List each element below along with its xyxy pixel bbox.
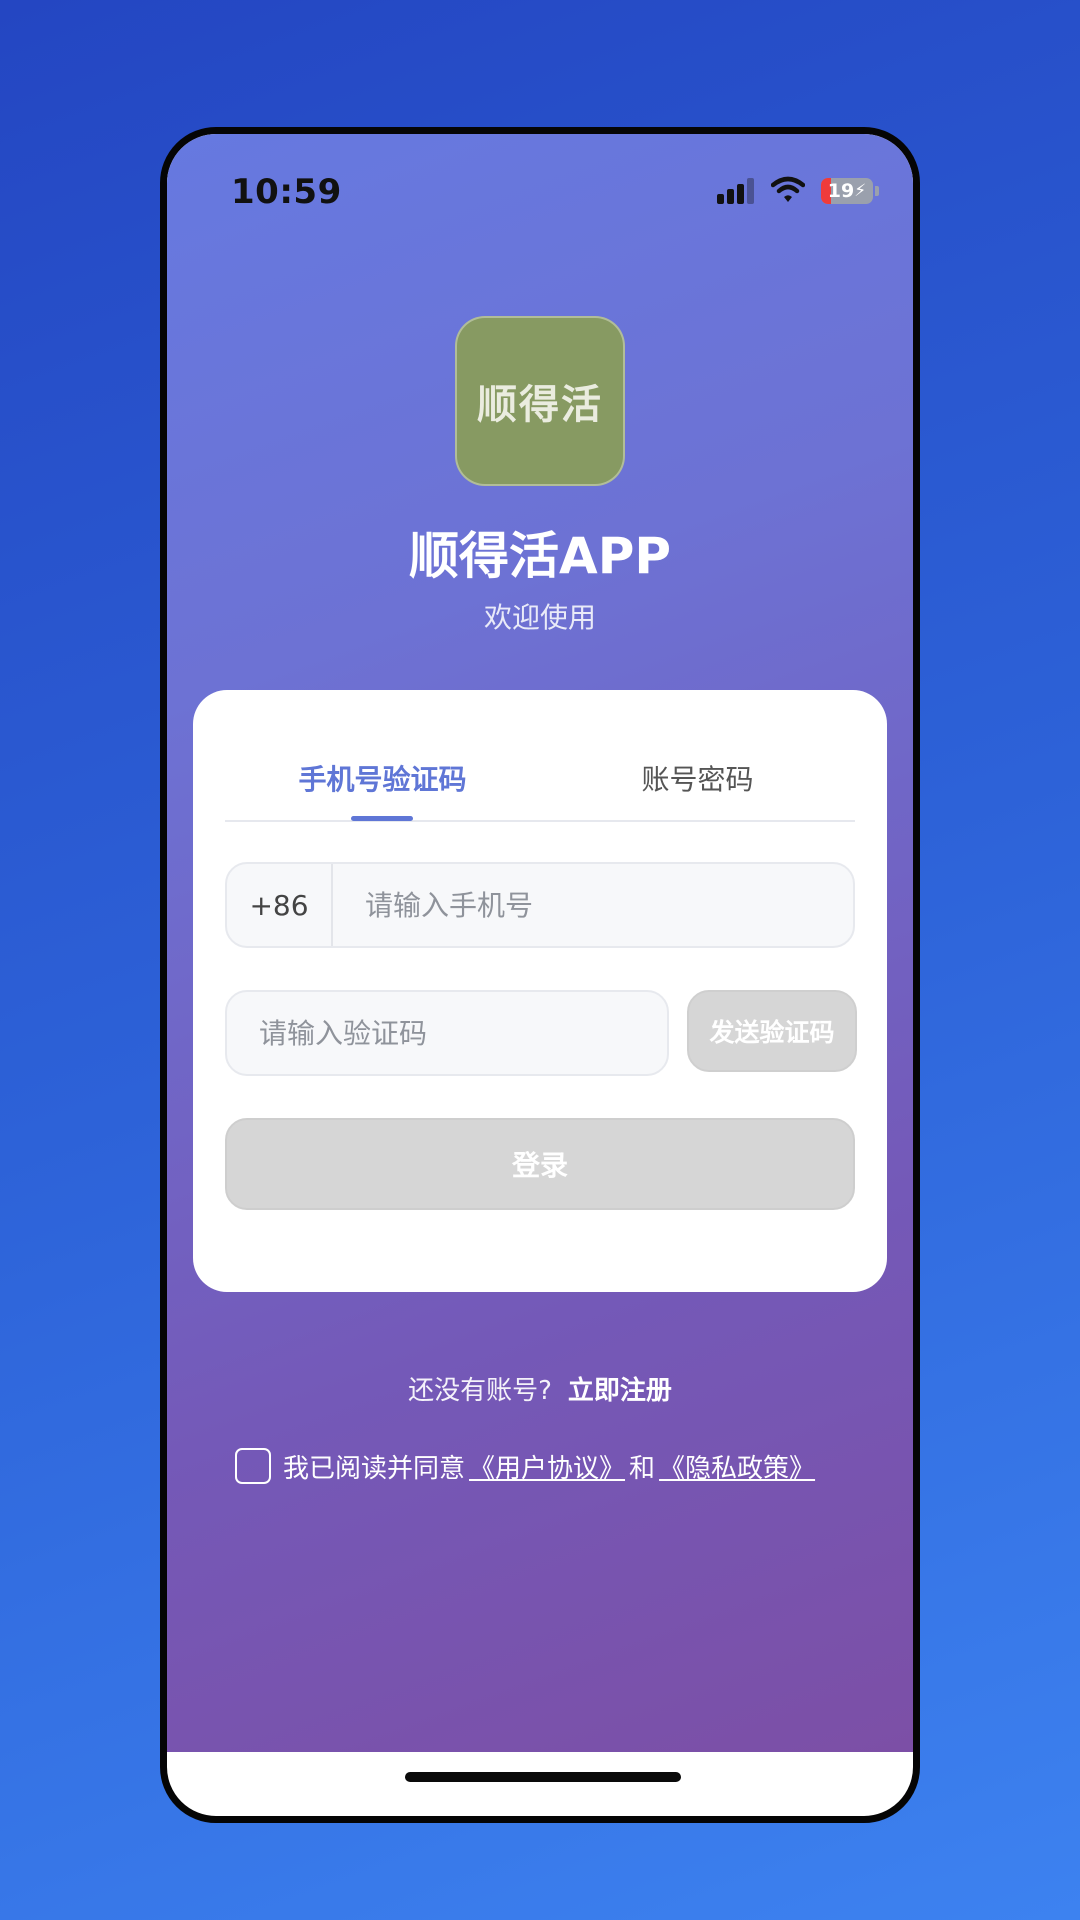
battery-charging-icon: 19 ⚡ xyxy=(821,178,873,204)
register-prompt: 还没有账号? xyxy=(408,1376,552,1406)
signal-icon xyxy=(717,178,757,204)
send-code-button[interactable]: 发送验证码 xyxy=(687,990,857,1072)
status-bar: 10:59 19 ⚡ xyxy=(167,134,913,244)
login-screen: 10:59 19 ⚡ 顺得活 顺得活APP 欢迎使用 手机号验证码 账号密码 +… xyxy=(167,134,913,1752)
status-time: 10:59 xyxy=(231,172,342,212)
app-logo-text: 顺得活 xyxy=(477,382,603,428)
login-button[interactable]: 登录 xyxy=(225,1118,855,1210)
app-title: 顺得活APP xyxy=(409,527,671,585)
country-code[interactable]: +86 xyxy=(227,864,333,946)
login-tabs: 手机号验证码 账号密码 xyxy=(225,740,855,822)
battery-tip xyxy=(875,186,879,196)
phone-input[interactable] xyxy=(333,864,853,946)
register-link[interactable]: 立即注册 xyxy=(568,1376,672,1406)
user-agreement-link[interactable]: 《用户协议》 xyxy=(469,1448,625,1485)
battery-level-text: 19 xyxy=(827,180,855,202)
phone-frame: 10:59 19 ⚡ 顺得活 顺得活APP 欢迎使用 手机号验证码 账号密码 +… xyxy=(160,127,920,1823)
phone-field: +86 xyxy=(225,862,855,948)
register-row: 还没有账号? 立即注册 xyxy=(167,1370,913,1407)
app-subtitle: 欢迎使用 xyxy=(483,601,596,634)
home-indicator xyxy=(405,1772,681,1782)
tab-phone-code[interactable]: 手机号验证码 xyxy=(225,758,540,798)
app-logo: 顺得活 xyxy=(455,316,625,486)
agreement-row: 我已阅读并同意 《用户协议》 和 《隐私政策》 xyxy=(235,1446,819,1486)
login-card: 手机号验证码 账号密码 +86 发送验证码 登录 xyxy=(193,690,887,1292)
agreement-checkbox[interactable] xyxy=(235,1448,271,1484)
verification-code-input[interactable] xyxy=(225,990,669,1076)
active-tab-indicator xyxy=(351,816,413,821)
wifi-icon xyxy=(771,176,805,202)
agreement-conjunction: 和 xyxy=(629,1453,656,1484)
privacy-policy-link[interactable]: 《隐私政策》 xyxy=(659,1448,815,1485)
agreement-prefix: 我已阅读并同意 xyxy=(283,1453,466,1484)
tab-account-password[interactable]: 账号密码 xyxy=(540,758,855,798)
bolt-icon: ⚡ xyxy=(854,181,867,201)
